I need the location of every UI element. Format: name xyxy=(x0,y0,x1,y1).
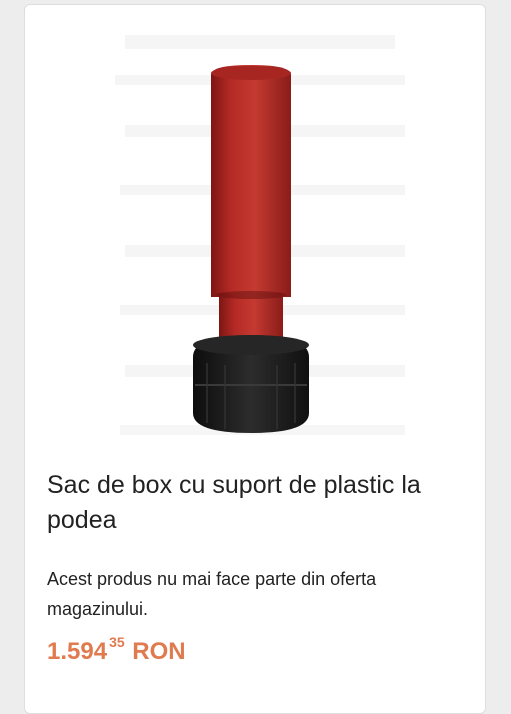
bag-top-cap xyxy=(211,66,291,80)
product-title[interactable]: Sac de box cu suport de plastic la podea xyxy=(47,468,467,538)
bag-upper-cylinder xyxy=(211,65,291,297)
punching-bag-illustration xyxy=(115,35,405,435)
price-integer: 1.594 xyxy=(47,638,108,665)
price-currency: RON xyxy=(125,638,186,665)
bag-joint-shadow xyxy=(215,291,287,299)
product-image[interactable] xyxy=(25,5,485,455)
product-price: 1.594 35 RON xyxy=(47,634,186,666)
product-unavailable-note: Acest produs nu mai face parte din ofert… xyxy=(47,569,377,619)
bag-base-top xyxy=(193,335,309,355)
price-cents: 35 xyxy=(109,634,125,650)
product-card[interactable]: Sac de box cu suport de plastic la podea… xyxy=(24,4,486,714)
